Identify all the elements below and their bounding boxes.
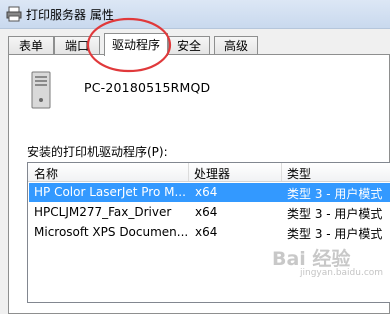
tab-ports[interactable]: 端口 — [54, 36, 100, 55]
driver-name: HP Color LaserJet Pro M... — [34, 185, 186, 199]
driver-row[interactable]: HPCLJM277_Fax_Driver x64 类型 3 - 用户模式 — [29, 203, 390, 222]
tab-security[interactable]: 安全 — [168, 36, 210, 55]
server-name: PC-20180515RMQD — [84, 80, 211, 95]
tab-label: 端口 — [64, 39, 89, 53]
column-header-type[interactable]: 类型 — [287, 165, 311, 182]
tab-label: 高级 — [223, 39, 248, 53]
driver-type: 类型 3 - 用户模式 — [287, 227, 383, 241]
column-divider[interactable] — [188, 163, 189, 181]
tab-label: 表单 — [18, 39, 43, 53]
column-divider[interactable] — [281, 163, 282, 181]
drivers-list[interactable]: 名称 处理器 类型 HP Color LaserJet Pro M... x64… — [27, 162, 390, 303]
driver-name: HPCLJM277_Fax_Driver — [34, 205, 172, 219]
watermark: Bai 经验 — [272, 248, 351, 270]
driver-type: 类型 3 - 用户模式 — [287, 187, 383, 201]
window-title: 打印服务器 属性 — [26, 8, 114, 22]
driver-row[interactable]: Microsoft XPS Documen... x64 类型 3 - 用户模式 — [29, 223, 390, 242]
tab-advanced[interactable]: 高级 — [214, 36, 258, 55]
driver-row[interactable]: HP Color LaserJet Pro M... x64 类型 3 - 用户… — [29, 183, 390, 202]
printer-icon — [6, 6, 22, 22]
driver-type: 类型 3 - 用户模式 — [287, 207, 383, 221]
tab-label: 安全 — [176, 39, 201, 53]
tab-drivers[interactable]: 驱动程序 — [104, 33, 168, 56]
watermark-url: jingyan.baidu.com — [300, 268, 384, 278]
driver-processor: x64 — [195, 185, 218, 199]
computer-tower-icon — [31, 71, 51, 109]
tab-label: 驱动程序 — [111, 38, 160, 52]
drivers-list-label: 安装的打印机驱动程序(P): — [27, 145, 168, 159]
column-header-name[interactable]: 名称 — [34, 165, 58, 182]
driver-name: Microsoft XPS Documen... — [34, 225, 189, 239]
driver-processor: x64 — [195, 205, 218, 219]
list-header: 名称 处理器 类型 — [28, 163, 390, 182]
driver-processor: x64 — [195, 225, 218, 239]
column-header-processor[interactable]: 处理器 — [194, 165, 230, 182]
title-bar: 打印服务器 属性 — [0, 0, 390, 29]
tab-forms[interactable]: 表单 — [8, 36, 54, 55]
